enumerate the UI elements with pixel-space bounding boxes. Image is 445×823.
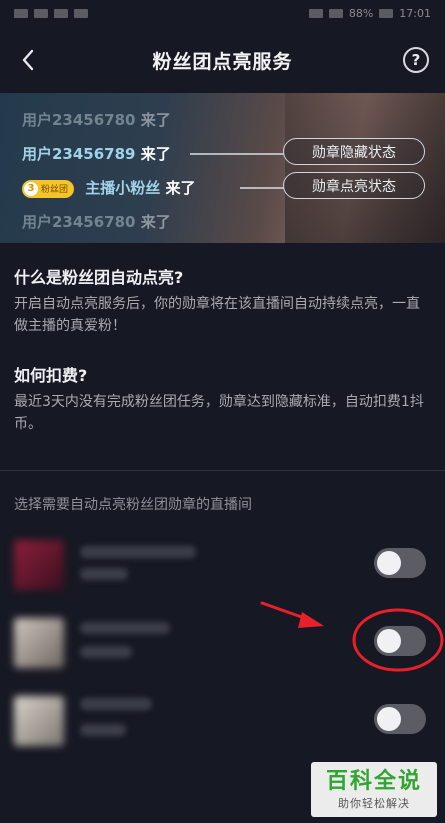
- room-info-blurred: [80, 724, 126, 736]
- room-name-blurred: [80, 546, 196, 558]
- fan-badge-text: 粉丝团: [41, 185, 69, 195]
- auto-light-toggle[interactable]: [374, 704, 426, 734]
- toggle-knob: [377, 551, 401, 575]
- fan-club-badge: 3 粉丝团: [22, 179, 75, 198]
- status-icons-right: 88% 17:01: [308, 6, 431, 20]
- hidden-state-pill: 勋章隐藏状态: [283, 138, 425, 165]
- fan-level: 3: [24, 181, 38, 196]
- faq-answer-auto-light: 开启自动点亮服务后，你的勋章将在该直播间自动持续点亮，一直做主播的真爱粉！: [14, 296, 420, 334]
- room-name-blurred: [80, 698, 152, 710]
- page-title: 粉丝团点亮服务: [152, 50, 293, 73]
- help-button[interactable]: ?: [403, 47, 429, 73]
- notification-icon: [74, 8, 88, 18]
- chat-message: 用户23456780 来了: [22, 111, 171, 129]
- list-section-label: 选择需要自动点亮粉丝团勋章的直播间: [14, 497, 252, 513]
- watermark-sub-text: 助你轻松解决: [338, 796, 410, 810]
- status-icons-left: [14, 8, 88, 18]
- watermark-main-text: 百科全说: [325, 768, 422, 794]
- watermark-logo: 百科全说 助你轻松解决: [311, 762, 437, 817]
- header: 粉丝团点亮服务 ?: [0, 28, 445, 92]
- section-divider: [0, 470, 445, 471]
- chat-message: 用户23456780 来了: [22, 213, 171, 231]
- room-avatar: [14, 696, 64, 746]
- room-info-blurred: [80, 646, 132, 658]
- status-bar: 88% 17:01: [0, 0, 445, 26]
- alarm-icon: [308, 8, 323, 18]
- question-icon: ?: [411, 51, 421, 69]
- battery-icon: [379, 8, 394, 18]
- auto-light-toggle[interactable]: [374, 626, 426, 656]
- banner-background-image: [285, 93, 445, 243]
- faq-question-auto-light: 什么是粉丝团自动点亮?: [14, 268, 184, 287]
- wifi-icon: [54, 8, 68, 18]
- connector-line: [240, 187, 284, 189]
- back-button[interactable]: [10, 42, 46, 78]
- chevron-left-icon: [22, 49, 34, 71]
- demo-banner: 用户23456780 来了 用户23456789 来了 勋章隐藏状态 3 粉丝团…: [0, 93, 445, 243]
- toggle-knob: [377, 707, 401, 731]
- sim-icon: [14, 8, 28, 18]
- lit-state-pill: 勋章点亮状态: [283, 172, 425, 199]
- toggle-knob: [377, 629, 401, 653]
- live-room-row: [0, 534, 445, 604]
- room-info-blurred: [80, 568, 128, 580]
- chat-message: 用户23456789 来了: [22, 145, 171, 163]
- battery-percent: 88%: [348, 6, 374, 20]
- bluetooth-icon: [328, 8, 343, 18]
- signal-icon: [34, 8, 48, 18]
- faq-answer-fee: 最近3天内没有完成粉丝团任务，勋章达到隐藏标准，自动扣费1抖币。: [14, 394, 424, 432]
- connector-line: [190, 153, 284, 155]
- room-avatar: [14, 618, 64, 668]
- faq-question-fee: 如何扣费?: [14, 366, 88, 385]
- room-avatar: [14, 540, 64, 590]
- live-room-row: [0, 690, 445, 760]
- chat-message-fan: 3 粉丝团 主播小粉丝 来了: [22, 177, 196, 198]
- auto-light-toggle[interactable]: [374, 548, 426, 578]
- clock: 17:01: [399, 6, 431, 20]
- room-name-blurred: [80, 622, 170, 634]
- live-room-row: [0, 612, 445, 682]
